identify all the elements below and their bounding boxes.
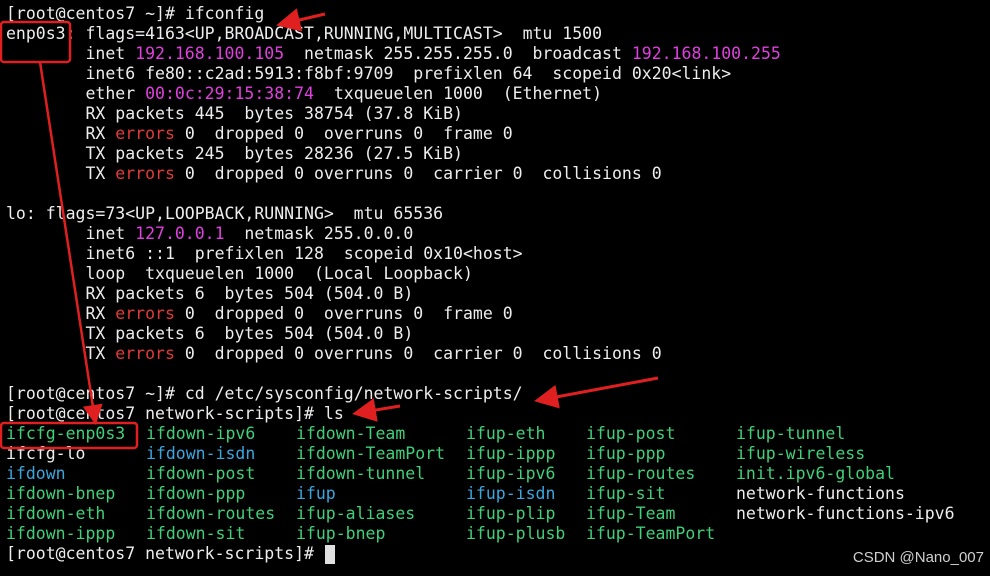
shell-prompt: [root@centos7 network-scripts]# [6, 404, 324, 423]
file-entry: ifup-eth [466, 424, 546, 443]
file-entry: ifdown-eth [6, 504, 106, 523]
rx-errors-line: RX errors 0 dropped 0 overruns 0 frame 0 [6, 124, 513, 143]
mac-address: 00:0c:29:15:38:74 [145, 84, 314, 103]
shell-prompt: [root@centos7 ~]# [6, 384, 185, 403]
inet6-line: inet6 ::1 prefixlen 128 scopeid 0x10<hos… [6, 244, 523, 263]
rx-packets-line: RX packets 445 bytes 38754 (37.8 KiB) [6, 104, 463, 123]
iface-header: enp0s3: flags=4163<UP,BROADCAST,RUNNING,… [6, 24, 602, 44]
inet-line: inet 192.168.100.105 netmask 255.255.255… [6, 44, 781, 63]
ip-address: 192.168.100.105 [135, 44, 285, 63]
errors-word: errors [115, 164, 175, 183]
ether-line: ether 00:0c:29:15:38:74 txqueuelen 1000 … [6, 84, 603, 103]
file-entry: ifup-sit [586, 484, 666, 503]
file-entry: ifdown-post [146, 464, 256, 483]
file-entry: ifdown-Team [296, 424, 406, 443]
prompt-line: [root@centos7 network-scripts]# [6, 544, 324, 564]
file-entry: network-functions [736, 484, 905, 503]
file-entry: ifup-plip [466, 504, 556, 523]
rx-packets-line: RX packets 6 bytes 504 (504.0 B) [6, 284, 414, 303]
file-entry: ifdown-TeamPort [296, 444, 446, 463]
errors-word: errors [115, 124, 175, 143]
file-entry: ifup-wireless [736, 444, 866, 463]
tx-errors-line: TX errors 0 dropped 0 overruns 0 carrier… [6, 164, 662, 183]
file-entry: ifcfg-enp0s3 [6, 424, 126, 443]
file-entry: ifup-post [586, 424, 676, 443]
file-entry: ifup-ippp [466, 444, 556, 463]
loop-line: loop txqueuelen 1000 (Local Loopback) [6, 264, 473, 283]
errors-word: errors [115, 344, 175, 363]
annotation-arrow [534, 376, 659, 409]
prompt-line: [root@centos7 ~]# ifconfig [6, 4, 264, 24]
file-entry: ifup-tunnel [736, 424, 846, 443]
annotation-arrow [276, 8, 326, 32]
file-entry: ifup-plusb [466, 524, 566, 543]
file-entry: init.ipv6-global [736, 464, 895, 483]
file-entry: ifup [296, 484, 336, 503]
file-entry: ifup-ipv6 [466, 464, 556, 483]
file-entry: ifcfg-lo [6, 444, 86, 463]
file-entry: ifdown-tunnel [296, 464, 426, 483]
tx-packets-line: TX packets 245 bytes 28236 (27.5 KiB) [6, 144, 463, 163]
broadcast-address: 192.168.100.255 [631, 44, 781, 63]
terminal-window[interactable]: [root@centos7 ~]# ifconfig enp0s3: flags… [0, 0, 990, 576]
file-entry: network-functions-ipv6 [736, 504, 955, 523]
file-entry: ifdown-sit [146, 524, 246, 543]
iface-name: enp0s3: [6, 24, 76, 43]
file-entry: ifup-routes [586, 464, 696, 483]
file-entry: ifdown [6, 464, 66, 483]
tx-errors-line: TX errors 0 dropped 0 overruns 0 carrier… [6, 344, 662, 363]
iface-flags: flags=4163<UP,BROADCAST,RUNNING,MULTICAS… [75, 24, 603, 43]
inet6-line: inet6 fe80::c2ad:5913:f8bf:9709 prefixle… [6, 64, 732, 83]
file-entry: ifdown-bnep [6, 484, 116, 503]
prompt-line: [root@centos7 ~]# cd /etc/sysconfig/netw… [6, 384, 523, 404]
file-entry: ifup-ppp [586, 444, 666, 463]
inet-line: inet 127.0.0.1 netmask 255.0.0.0 [6, 224, 414, 243]
command-text: ls [323, 404, 344, 423]
iface-header-lo: lo: flags=73<UP,LOOPBACK,RUNNING> mtu 65… [6, 204, 444, 223]
command-text: cd /etc/sysconfig/network-scripts/ [184, 384, 523, 403]
file-entry: ifdown-routes [146, 504, 276, 523]
text-cursor [325, 545, 335, 564]
prompt-line: [root@centos7 network-scripts]# ls [6, 404, 344, 424]
file-entry: ifup-Team [586, 504, 676, 523]
tx-packets-line: TX packets 6 bytes 504 (504.0 B) [6, 324, 414, 343]
file-entry: ifdown-ippp [6, 524, 116, 543]
file-entry: ifup-TeamPort [586, 524, 716, 543]
watermark: CSDN @Nano_007 [852, 549, 984, 566]
file-entry: ifdown-ipv6 [146, 424, 256, 443]
rx-errors-line: RX errors 0 dropped 0 overruns 0 frame 0 [6, 304, 513, 323]
file-entry: ifdown-isdn [146, 444, 256, 463]
errors-word: errors [115, 304, 175, 323]
ip-address: 127.0.0.1 [135, 224, 225, 243]
annotation-arrow [352, 398, 401, 422]
file-entry: ifup-bnep [296, 524, 386, 543]
command-text: ifconfig [184, 4, 265, 23]
shell-prompt: [root@centos7 ~]# [6, 4, 185, 23]
shell-prompt: [root@centos7 network-scripts]# [6, 544, 324, 563]
file-entry: ifdown-ppp [146, 484, 246, 503]
file-entry: ifup-aliases [296, 504, 416, 523]
file-entry: ifup-isdn [466, 484, 556, 503]
